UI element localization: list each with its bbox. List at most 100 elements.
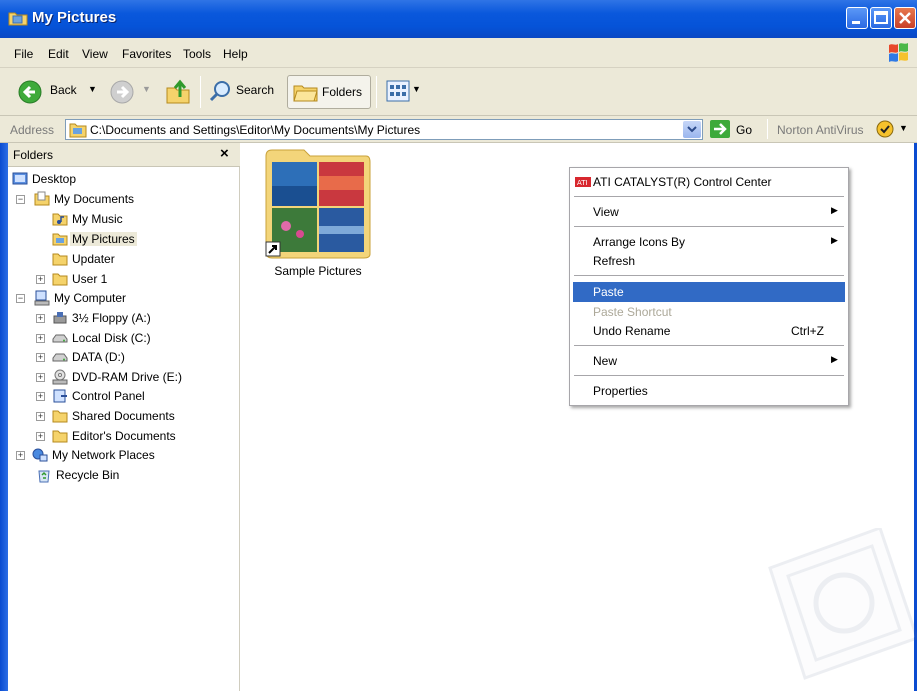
back-arrow-icon bbox=[18, 80, 42, 104]
ctx-item-properties[interactable]: Properties bbox=[573, 381, 845, 401]
expand-icon[interactable]: + bbox=[36, 275, 45, 284]
window-title: My Pictures bbox=[32, 9, 117, 26]
ctx-label: New bbox=[593, 354, 618, 368]
ctx-item-undo-rename[interactable]: Undo Rename Ctrl+Z bbox=[573, 321, 845, 341]
control-panel-icon bbox=[53, 389, 67, 403]
recycle-bin-icon bbox=[38, 470, 50, 483]
menu-separator bbox=[574, 375, 844, 376]
menu-edit[interactable]: Edit bbox=[48, 47, 69, 61]
collapse-icon[interactable]: − bbox=[16, 195, 25, 204]
ctx-item-paste-shortcut[interactable]: Paste Shortcut bbox=[573, 302, 845, 322]
forward-arrow-icon bbox=[110, 80, 134, 104]
norton-antivirus-label[interactable]: Norton AntiVirus bbox=[777, 123, 864, 137]
maximize-button[interactable] bbox=[870, 7, 892, 29]
toolbar: Back ▼ ▼ Search Folders ▼ bbox=[0, 68, 917, 116]
address-bar: Address C:\Documents and Settings\Editor… bbox=[0, 116, 917, 143]
tree-label: User 1 bbox=[72, 272, 108, 286]
collapse-icon[interactable]: − bbox=[16, 294, 25, 303]
toolbar-separator bbox=[376, 76, 377, 108]
minimize-button[interactable] bbox=[846, 7, 868, 29]
menu-help[interactable]: Help bbox=[223, 47, 248, 61]
close-icon bbox=[899, 12, 911, 24]
tree-label: DVD-RAM Drive (E:) bbox=[72, 370, 182, 384]
search-button[interactable]: Search bbox=[204, 76, 284, 106]
tree-label: Control Panel bbox=[72, 389, 145, 403]
folder-icon bbox=[52, 273, 68, 286]
folder-icon bbox=[52, 253, 68, 266]
folders-label: Folders bbox=[322, 85, 363, 99]
up-folder-icon bbox=[166, 79, 190, 104]
ctx-label: Properties bbox=[593, 384, 648, 398]
minimize-icon bbox=[852, 21, 860, 24]
up-folder-button[interactable] bbox=[160, 76, 196, 106]
expand-icon[interactable]: + bbox=[36, 432, 45, 441]
folder-icon bbox=[52, 430, 68, 443]
forward-button[interactable]: ▼ bbox=[106, 76, 154, 106]
expand-icon[interactable]: + bbox=[36, 373, 45, 382]
expand-icon[interactable]: + bbox=[36, 314, 45, 323]
title-bar[interactable]: My Pictures bbox=[0, 0, 917, 38]
expand-icon[interactable]: + bbox=[36, 334, 45, 343]
norton-icon[interactable] bbox=[876, 120, 894, 138]
menu-favorites[interactable]: Favorites bbox=[122, 47, 171, 61]
ctx-label: Paste bbox=[593, 285, 624, 299]
address-dropdown-button[interactable] bbox=[683, 121, 701, 138]
views-icon bbox=[386, 80, 410, 102]
tree-label: Updater bbox=[72, 252, 115, 266]
chevron-down-icon bbox=[687, 126, 697, 133]
tree-label: 3½ Floppy (A:) bbox=[72, 311, 151, 325]
expand-icon[interactable]: + bbox=[36, 392, 45, 401]
ctx-label: Arrange Icons By bbox=[593, 235, 686, 249]
dvd-icon bbox=[52, 369, 68, 385]
computer-icon bbox=[34, 290, 50, 306]
content-item-label: Sample Pictures bbox=[274, 264, 362, 278]
submenu-arrow-icon: ▶ bbox=[831, 205, 838, 215]
menu-separator bbox=[574, 345, 844, 346]
ctx-item-refresh[interactable]: Refresh bbox=[573, 251, 845, 271]
ctx-item-view[interactable]: View ▶ bbox=[573, 202, 845, 222]
ctx-item-new[interactable]: New ▶ bbox=[573, 351, 845, 371]
close-button[interactable] bbox=[894, 7, 916, 29]
folders-pane-header: Folders × bbox=[8, 143, 240, 167]
ctx-label: Paste Shortcut bbox=[593, 305, 672, 319]
my-documents-icon bbox=[34, 191, 50, 206]
pictures-folder-icon bbox=[8, 12, 28, 26]
folders-pane-title: Folders bbox=[13, 148, 54, 162]
ctx-item-ati-catalyst[interactable]: ATI ATI CATALYST(R) Control Center bbox=[573, 172, 845, 192]
address-field[interactable]: C:\Documents and Settings\Editor\My Docu… bbox=[65, 119, 703, 140]
shortcut-folder-icon bbox=[265, 149, 371, 259]
back-label: Back bbox=[50, 83, 77, 97]
expand-icon[interactable]: + bbox=[36, 353, 45, 362]
menu-separator bbox=[574, 226, 844, 227]
tree-label: My Music bbox=[72, 212, 123, 226]
expand-icon[interactable]: + bbox=[36, 412, 45, 421]
tree-label: My Network Places bbox=[52, 448, 155, 462]
submenu-arrow-icon: ▶ bbox=[831, 354, 838, 364]
tree-label: My Documents bbox=[54, 192, 135, 206]
views-button[interactable]: ▼ bbox=[382, 76, 424, 106]
forward-dropdown-icon[interactable]: ▼ bbox=[142, 84, 151, 94]
norton-dropdown-icon[interactable]: ▼ bbox=[899, 123, 908, 133]
ctx-shortcut: Ctrl+Z bbox=[791, 324, 824, 338]
expand-icon[interactable]: + bbox=[16, 451, 25, 460]
folders-icon bbox=[293, 85, 318, 102]
back-dropdown-icon[interactable]: ▼ bbox=[88, 84, 97, 94]
pictures-folder-icon bbox=[52, 233, 68, 246]
menu-tools[interactable]: Tools bbox=[183, 47, 211, 61]
go-label: Go bbox=[736, 123, 753, 137]
menu-bar: File Edit View Favorites Tools Help bbox=[0, 38, 917, 68]
back-button[interactable]: Back ▼ bbox=[14, 76, 104, 106]
tree-label: DATA (D:) bbox=[72, 350, 125, 364]
menu-view[interactable]: View bbox=[82, 47, 108, 61]
ctx-item-arrange-icons-by[interactable]: Arrange Icons By ▶ bbox=[573, 232, 845, 252]
go-arrow-icon bbox=[710, 120, 730, 138]
views-dropdown-icon[interactable]: ▼ bbox=[412, 84, 421, 94]
address-path: C:\Documents and Settings\Editor\My Docu… bbox=[90, 123, 421, 137]
folders-button[interactable]: Folders bbox=[287, 75, 371, 109]
ctx-item-paste[interactable]: Paste bbox=[573, 282, 845, 302]
menu-file[interactable]: File bbox=[14, 47, 33, 61]
floppy-icon bbox=[53, 312, 67, 324]
drive-icon bbox=[52, 334, 68, 343]
folders-pane-close-icon[interactable]: × bbox=[220, 145, 229, 162]
folder-icon bbox=[52, 410, 68, 423]
